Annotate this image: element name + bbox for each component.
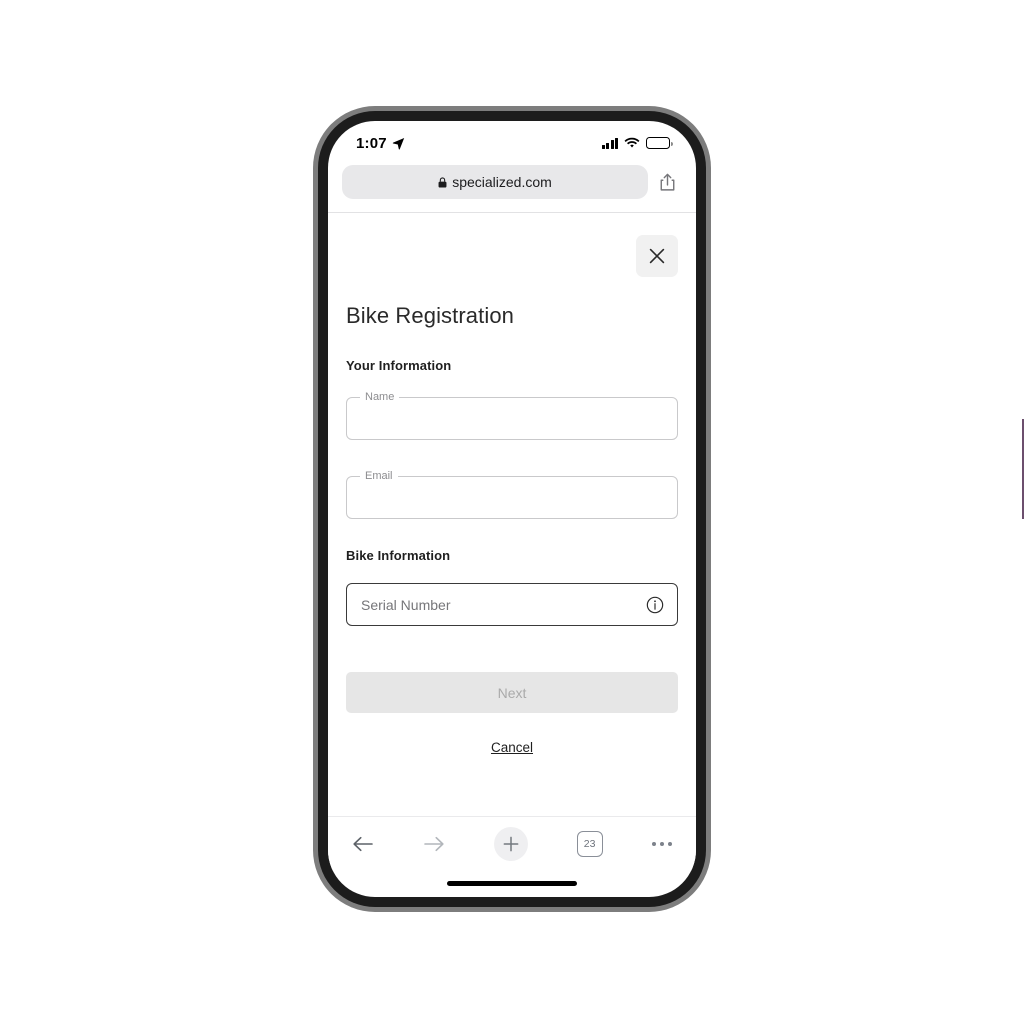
- status-bar: 1:07: [328, 121, 696, 161]
- plus-icon[interactable]: [493, 827, 528, 861]
- page-title: Bike Registration: [346, 303, 514, 328]
- name-field[interactable]: Name: [346, 391, 678, 440]
- close-x-icon[interactable]: [636, 235, 678, 277]
- back-arrow-icon[interactable]: [352, 835, 374, 853]
- tabs-count-label: 23: [583, 838, 596, 850]
- browser-chrome: specialized.com: [328, 161, 696, 209]
- status-bar-right: [601, 137, 673, 149]
- home-indicator: [447, 881, 577, 886]
- cellular-signal-icon: [601, 137, 618, 149]
- email-input[interactable]: [347, 477, 677, 518]
- location-arrow-icon: [392, 137, 405, 150]
- next-button[interactable]: Next: [346, 672, 678, 713]
- share-icon[interactable]: [652, 167, 682, 197]
- serial-number-input[interactable]: [347, 584, 646, 625]
- battery-full-icon: [646, 137, 673, 149]
- phone-device-frame: 1:07 specialized.com Bike Registration Y…: [313, 106, 1024, 912]
- browser-bottom-toolbar: 23: [328, 816, 696, 871]
- cancel-link[interactable]: Cancel: [346, 740, 678, 755]
- email-field-label: Email: [360, 470, 398, 483]
- name-input[interactable]: [347, 398, 677, 439]
- status-bar-left: 1:07: [356, 135, 405, 152]
- serial-number-field[interactable]: [346, 583, 678, 626]
- status-bar-clock: 1:07: [356, 134, 387, 152]
- url-row: specialized.com: [342, 165, 682, 199]
- ellipsis-icon[interactable]: [651, 841, 672, 847]
- url-text: specialized.com: [452, 174, 552, 190]
- wifi-icon: [624, 137, 640, 148]
- forward-arrow-icon[interactable]: [423, 835, 445, 853]
- phone-screen: 1:07 specialized.com Bike Registration Y…: [328, 121, 696, 897]
- phone-bezel: 1:07 specialized.com Bike Registration Y…: [318, 111, 706, 907]
- tabs-button[interactable]: 23: [576, 831, 603, 857]
- email-field[interactable]: Email: [346, 470, 678, 519]
- registration-form-page: Bike Registration Your Information Name …: [328, 213, 696, 836]
- address-bar[interactable]: specialized.com: [342, 165, 648, 199]
- name-field-label: Name: [360, 391, 400, 404]
- lock-icon: [438, 176, 447, 188]
- info-circle-icon[interactable]: [646, 596, 664, 614]
- section-heading-bike-information: Bike Information: [346, 548, 451, 563]
- section-heading-your-information: Your Information: [346, 358, 452, 373]
